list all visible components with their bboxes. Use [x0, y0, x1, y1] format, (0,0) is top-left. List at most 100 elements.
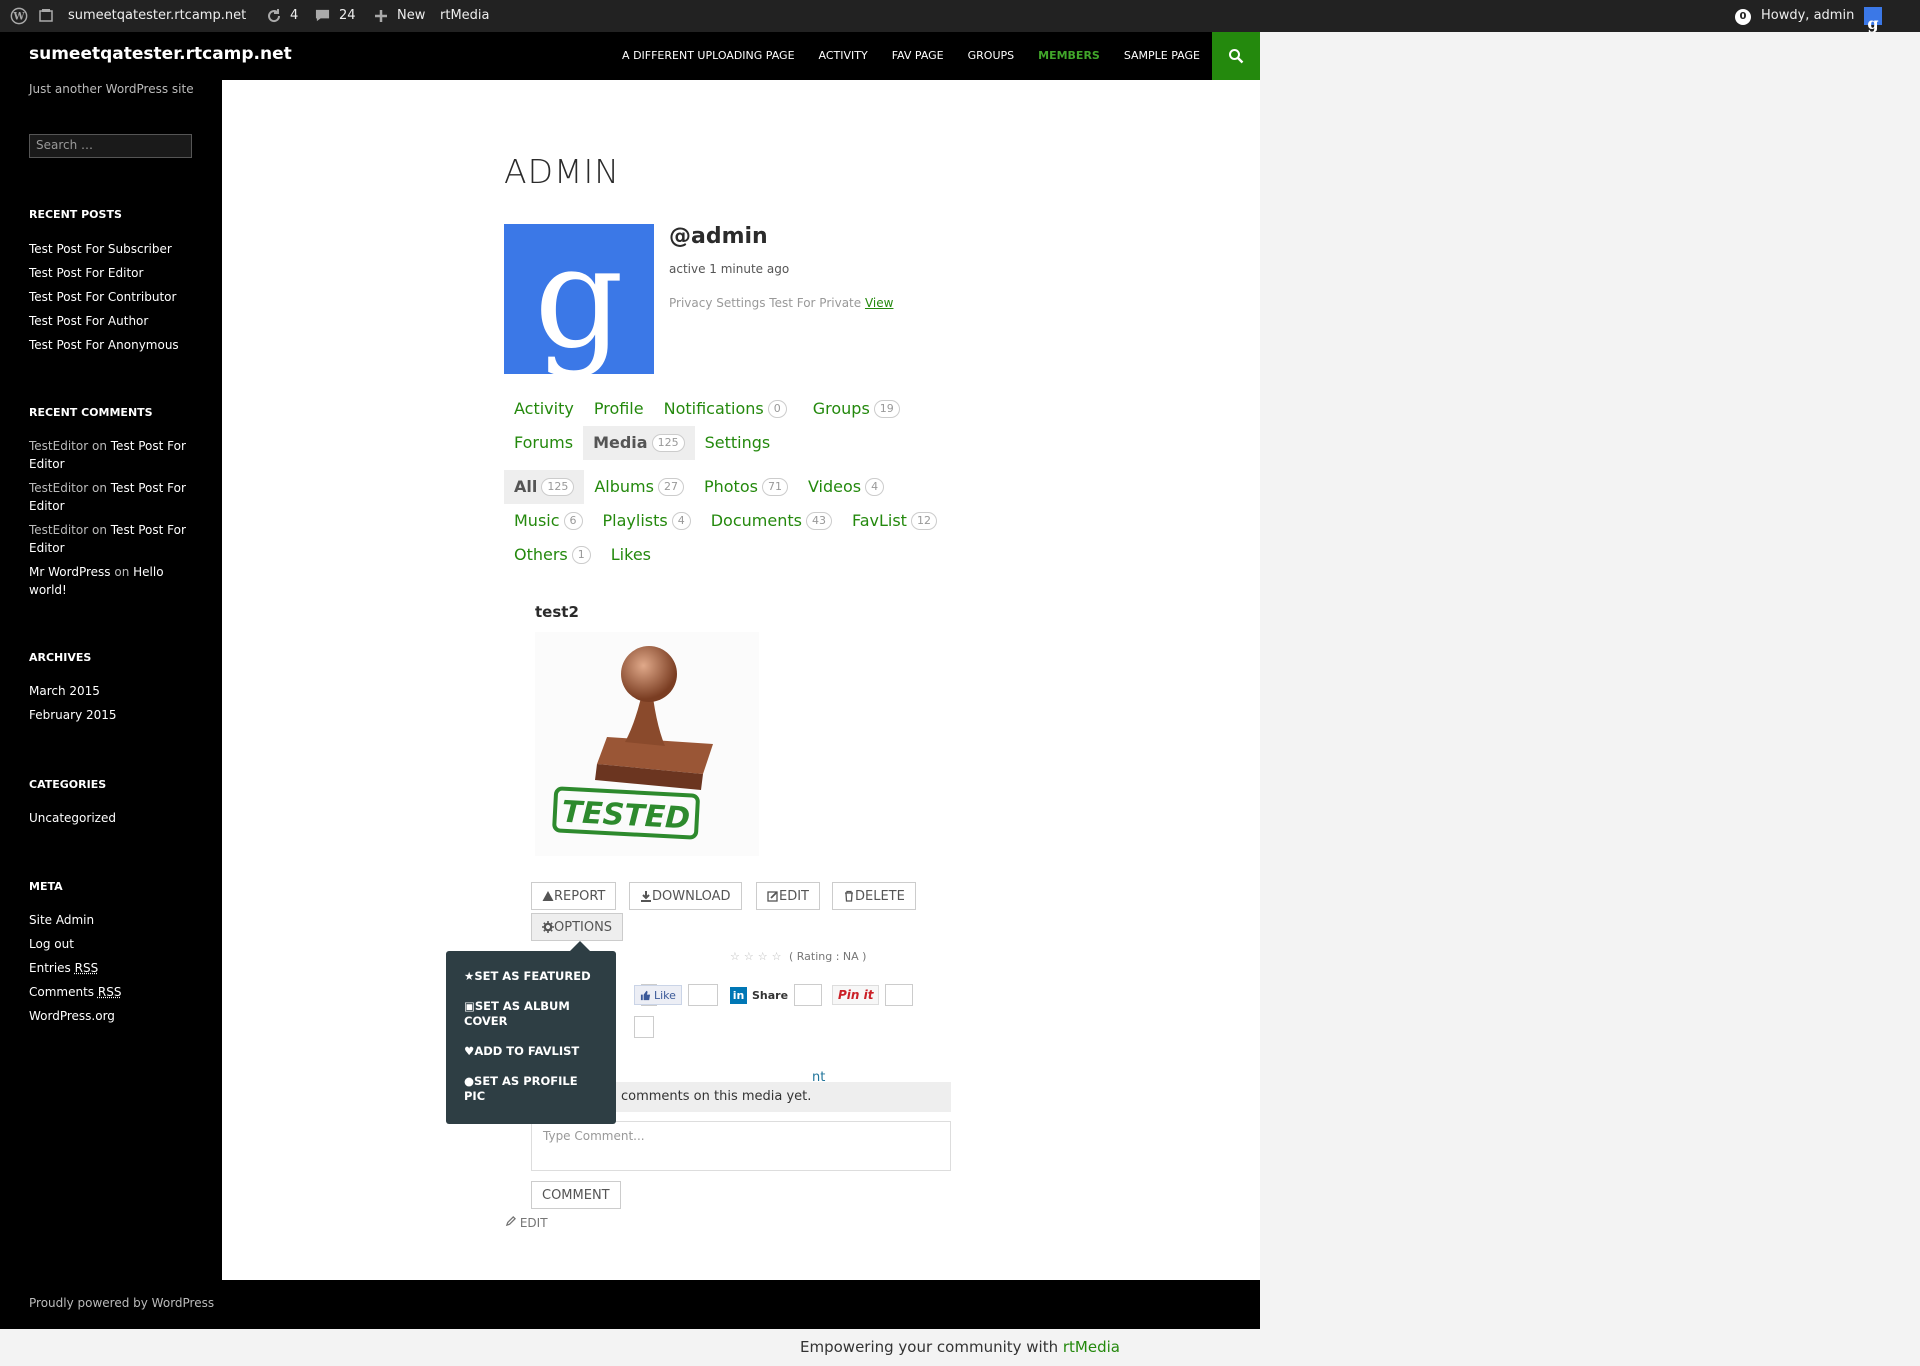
gear-icon [542, 921, 554, 933]
nav-different-uploading-page[interactable]: A DIFFERENT UPLOADING PAGE [610, 32, 807, 80]
rtmedia-link[interactable]: rtMedia [1063, 1338, 1120, 1356]
recent-post-link[interactable]: Test Post For Anonymous [29, 336, 199, 354]
edit-page-link[interactable]: EDIT [505, 1216, 548, 1230]
subtab-favlist[interactable]: FavList 12 [842, 504, 947, 538]
rubber-stamp-image: TESTED [535, 632, 759, 856]
recent-post-link[interactable]: Test Post For Contributor [29, 288, 199, 306]
recent-post-link[interactable]: Test Post For Subscriber [29, 240, 199, 258]
tab-profile[interactable]: Profile [584, 392, 654, 426]
menu-set-as-album-cover[interactable]: ▣SET AS ALBUM COVER [464, 999, 598, 1029]
count-badge: 27 [657, 478, 684, 496]
admin-avatar[interactable]: g [1864, 7, 1882, 33]
search-toggle-button[interactable] [1212, 32, 1260, 80]
site-header: sumeetqatester.rtcamp.net A DIFFERENT UP… [0, 32, 1260, 80]
comment-author[interactable]: TestEditor [29, 481, 88, 495]
new-content-menu[interactable]: New [397, 0, 425, 32]
howdy-admin-menu[interactable]: Howdy, admin [1761, 0, 1854, 32]
subtab-label: All [514, 477, 538, 496]
search-icon [1229, 49, 1244, 64]
subtab-albums[interactable]: Albums 27 [584, 470, 694, 504]
tab-activity[interactable]: Activity [504, 392, 584, 426]
privacy-view-link[interactable]: View [865, 296, 893, 310]
comments-count[interactable]: 24 [339, 0, 356, 32]
download-icon [641, 891, 651, 902]
rtmedia-menu[interactable]: rtMedia [440, 0, 490, 32]
fb-like-button[interactable]: Like [634, 985, 682, 1005]
archive-link[interactable]: March 2015 [29, 682, 199, 700]
subtab-label: Playlists [602, 511, 668, 530]
menu-set-as-featured[interactable]: ★SET AS FEATURED [464, 969, 598, 984]
subtab-all[interactable]: All 125 [504, 470, 585, 504]
site-footer: Proudly powered by WordPress [0, 1280, 1260, 1329]
profile-avatar[interactable]: g [504, 224, 654, 374]
nav-activity[interactable]: ACTIVITY [807, 32, 880, 80]
svg-text:W: W [12, 11, 25, 22]
comments-icon[interactable] [315, 0, 330, 32]
notification-badge[interactable]: 0 [1735, 0, 1751, 32]
empower-text: Empowering your community with [800, 1338, 1063, 1356]
subtab-playlists[interactable]: Playlists 4 [593, 504, 701, 538]
menu-set-as-profile-pic[interactable]: ●SET AS PROFILE PIC [464, 1074, 598, 1104]
meta-link[interactable]: Entries RSS [29, 959, 199, 977]
menu-add-to-favlist[interactable]: ♥ADD TO FAVLIST [464, 1044, 598, 1059]
subtab-documents[interactable]: Documents 43 [701, 504, 842, 538]
sidebar-search-input[interactable]: Search … [29, 134, 192, 158]
tab-label: Notifications [663, 399, 764, 418]
delete-button[interactable]: DELETE [832, 882, 916, 910]
tab-media[interactable]: Media 125 [583, 426, 695, 460]
comment-author[interactable]: TestEditor [29, 523, 88, 537]
site-name-link[interactable]: sumeetqatester.rtcamp.net [68, 0, 246, 32]
menu-label: SET AS PROFILE PIC [464, 1074, 578, 1103]
updates-icon[interactable] [266, 0, 282, 32]
tab-notifications[interactable]: Notifications 0 [654, 392, 797, 426]
nav-sample-page[interactable]: SAMPLE PAGE [1112, 32, 1212, 80]
categories-heading: CATEGORIES [29, 778, 107, 791]
nav-members[interactable]: MEMBERS [1026, 32, 1112, 80]
subtab-likes[interactable]: Likes [601, 538, 661, 572]
options-button[interactable]: OPTIONS [531, 913, 624, 941]
category-link[interactable]: Uncategorized [29, 809, 199, 827]
subtab-label: Likes [610, 545, 651, 564]
tab-forums[interactable]: Forums [504, 426, 583, 460]
comment-submit-button[interactable]: COMMENT [531, 1181, 621, 1209]
heart-icon: ♥ [464, 1044, 475, 1058]
report-button[interactable]: REPORT [531, 882, 617, 910]
stamp-text: TESTED [561, 795, 691, 837]
meta-link[interactable]: WordPress.org [29, 1007, 199, 1025]
download-button[interactable]: DOWNLOAD [629, 882, 742, 910]
comment-author[interactable]: Mr WordPress [29, 565, 111, 579]
meta-link-text: Entries [29, 961, 75, 975]
edit-button-label: EDIT [779, 888, 809, 904]
profile-nav-row: Activity Profile Notifications 0 Groups 19 [504, 392, 910, 426]
nav-groups[interactable]: GROUPS [956, 32, 1027, 80]
pinterest-pin-button[interactable]: Pin it [832, 985, 880, 1005]
recent-comments-list: TestEditor on Test Post For Editor TestE… [29, 437, 199, 605]
subtab-others[interactable]: Others 1 [504, 538, 601, 572]
count-badge: 19 [873, 400, 900, 418]
meta-link[interactable]: Site Admin [29, 911, 199, 929]
powered-by-link[interactable]: Proudly powered by WordPress [29, 1296, 214, 1310]
comment-author[interactable]: TestEditor [29, 439, 88, 453]
subtab-videos[interactable]: Videos 4 [798, 470, 894, 504]
archive-link[interactable]: February 2015 [29, 706, 199, 724]
subtab-music[interactable]: Music 6 [504, 504, 593, 538]
recent-post-link[interactable]: Test Post For Author [29, 312, 199, 330]
edit-button[interactable]: EDIT [756, 882, 820, 910]
tab-settings[interactable]: Settings [695, 426, 781, 460]
updates-count[interactable]: 4 [290, 0, 298, 32]
wordpress-logo-icon[interactable]: W [10, 0, 28, 32]
meta-link[interactable]: Log out [29, 935, 199, 953]
media-image[interactable]: TESTED [535, 632, 759, 856]
subtab-photos[interactable]: Photos 71 [694, 470, 798, 504]
recent-post-link[interactable]: Test Post For Editor [29, 264, 199, 282]
linkedin-share-button[interactable]: in Share [730, 986, 789, 1004]
linkedin-share-label: Share [752, 988, 789, 1002]
tab-groups[interactable]: Groups 19 [803, 392, 910, 426]
comment-textarea[interactable]: Type Comment... [531, 1121, 951, 1171]
edit-page-label: EDIT [519, 1216, 548, 1230]
meta-link[interactable]: Comments RSS [29, 983, 199, 1001]
site-title[interactable]: sumeetqatester.rtcamp.net [29, 44, 292, 64]
rating-stars[interactable]: ☆☆☆☆ [730, 950, 785, 963]
new-plus-icon[interactable] [374, 0, 388, 32]
nav-fav-page[interactable]: FAV PAGE [880, 32, 956, 80]
